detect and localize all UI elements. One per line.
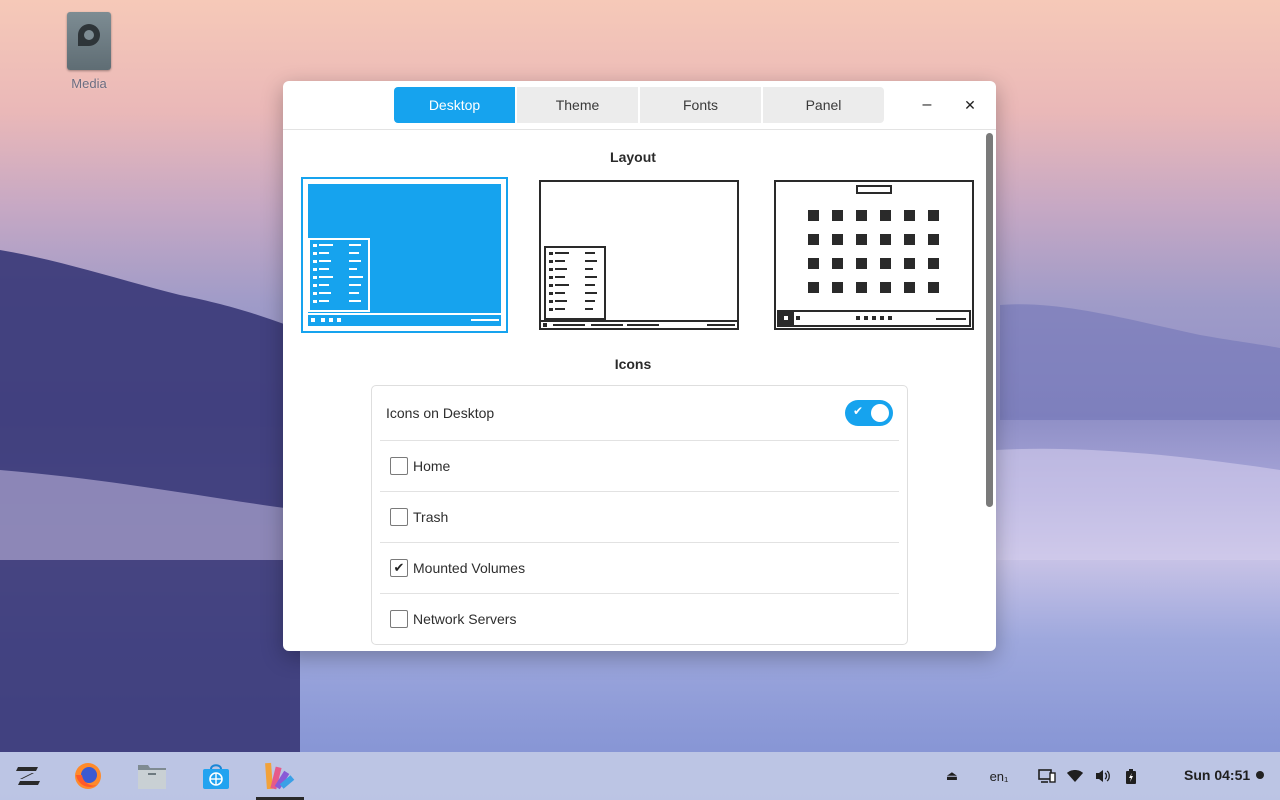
close-button[interactable]: ✕ [959,94,981,116]
list-item[interactable]: Network Servers [380,593,899,644]
tab-fonts[interactable]: Fonts [640,87,761,123]
appearance-icon[interactable] [264,760,296,792]
scrollbar[interactable] [983,131,996,651]
trash-label: Trash [413,509,449,525]
software-store-icon[interactable] [200,760,232,792]
toggle-knob [871,404,889,422]
tab-panel[interactable]: Panel [763,87,884,123]
mounted-volumes-label: Mounted Volumes [413,560,526,576]
layout-compact-preview [541,246,737,327]
list-item[interactable]: ✔ Mounted Volumes [380,542,899,593]
battery-icon[interactable] [1120,766,1142,786]
check-icon: ✔ [853,404,864,418]
list-item[interactable]: Home [380,440,899,491]
tab-desktop[interactable]: Desktop [394,87,515,123]
titlebar: Desktop Theme Fonts Panel – ✕ [283,81,996,130]
icons-on-desktop-label: Icons on Desktop [386,405,495,421]
layout-grid-preview [777,185,971,327]
layout-classic-preview [306,182,503,328]
network-servers-checkbox[interactable] [390,610,408,628]
icons-on-desktop-toggle[interactable]: ✔ [845,400,893,426]
tab-theme[interactable]: Theme [517,87,638,123]
checkmark-icon: ✔ [393,560,405,575]
network-servers-label: Network Servers [413,611,517,627]
zorin-menu-icon[interactable] [12,760,44,792]
taskbar: ⏏ en₁ Sun 04:51 [0,752,1280,800]
layout-option-compact[interactable] [539,180,739,330]
clock[interactable]: Sun 04:51 [1184,767,1250,783]
icons-title: Icons [614,356,652,372]
layout-option-grid[interactable] [774,180,974,330]
keyboard-layout-indicator[interactable]: en₁ [986,766,1012,786]
trash-checkbox[interactable] [390,508,408,526]
scrollbar-thumb[interactable] [986,133,993,507]
tab-bar: Desktop Theme Fonts Panel [394,87,884,123]
icons-on-desktop-row: Icons on Desktop [386,386,905,440]
desktop-media-drive[interactable]: Media [58,12,120,91]
drive-icon [67,12,111,70]
home-checkbox[interactable] [390,457,408,475]
desktop-icon-label: Media [71,76,107,91]
firefox-icon[interactable] [72,760,104,792]
mounted-volumes-checkbox[interactable]: ✔ [390,559,408,577]
appearance-window: Desktop Theme Fonts Panel – ✕ Layout Ico… [283,81,996,651]
eject-icon[interactable]: ⏏ [942,766,962,786]
layout-option-classic[interactable] [301,177,508,333]
minimize-button[interactable]: – [916,94,938,116]
wifi-icon[interactable] [1064,766,1086,786]
list-item[interactable]: Trash [380,491,899,542]
display-icon[interactable] [1036,766,1058,786]
files-icon[interactable] [136,760,168,792]
volume-icon[interactable] [1092,766,1114,786]
desktop-settings-pane: Layout Icons Icons on Desktop ✔ Home Tra… [283,131,983,651]
notification-dot[interactable] [1256,771,1264,779]
layout-title: Layout [610,149,656,165]
icons-settings-list: Icons on Desktop ✔ Home Trash ✔ Mounted … [371,385,908,645]
minimize-icon: – [922,96,932,113]
home-label: Home [413,458,451,474]
close-icon: ✕ [964,96,976,113]
